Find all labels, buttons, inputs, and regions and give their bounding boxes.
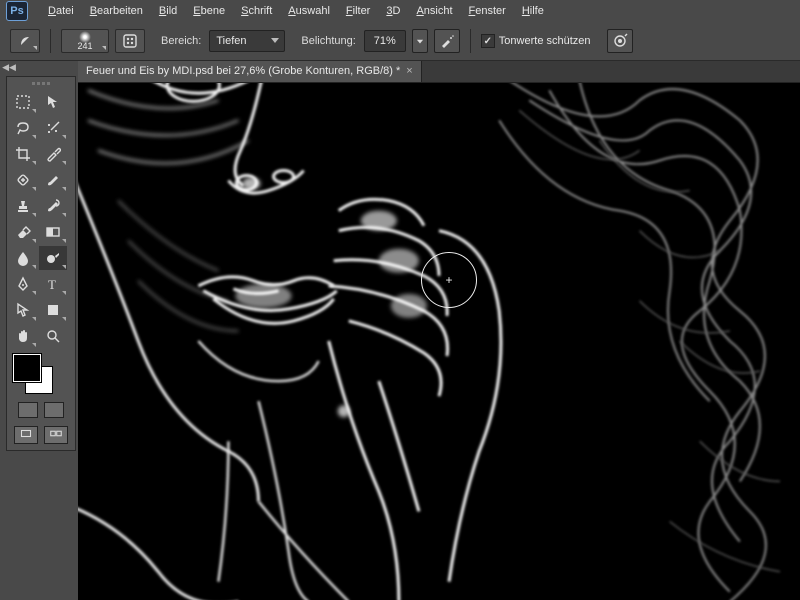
tool-panel: T bbox=[6, 76, 76, 451]
screenmode-toggle[interactable] bbox=[44, 402, 64, 418]
color-swatches[interactable] bbox=[13, 354, 69, 396]
exposure-stepper[interactable] bbox=[412, 29, 428, 53]
brush-panel-toggle[interactable] bbox=[115, 29, 145, 53]
close-icon[interactable]: × bbox=[406, 65, 412, 77]
range-label: Bereich: bbox=[161, 35, 201, 47]
app-logo: Ps bbox=[6, 1, 28, 21]
type-tool[interactable]: T bbox=[39, 272, 67, 296]
collapse-handle-icon[interactable]: ◀◀ bbox=[0, 60, 18, 74]
lasso-tool[interactable] bbox=[9, 116, 37, 140]
crosshair-icon: + bbox=[445, 273, 452, 287]
brush-preset-picker[interactable]: 241 bbox=[61, 29, 109, 53]
change-screen-icon[interactable] bbox=[44, 426, 68, 444]
menu-window[interactable]: Fenster bbox=[461, 2, 514, 20]
eyedropper-tool[interactable] bbox=[39, 142, 67, 166]
quickmask-toggle[interactable] bbox=[18, 402, 38, 418]
marquee-tool[interactable] bbox=[9, 90, 37, 114]
panel-grip[interactable] bbox=[9, 79, 73, 88]
hand-tool[interactable] bbox=[9, 324, 37, 348]
path-select-tool[interactable] bbox=[9, 298, 37, 322]
document-title: Feuer und Eis by MDI.psd bei 27,6% (Grob… bbox=[86, 65, 400, 77]
tablet-pressure-toggle[interactable] bbox=[607, 29, 633, 53]
move-tool[interactable] bbox=[39, 90, 67, 114]
menu-layer[interactable]: Ebene bbox=[185, 2, 233, 20]
menu-help[interactable]: Hilfe bbox=[514, 2, 552, 20]
crop-tool[interactable] bbox=[9, 142, 37, 166]
menu-3d[interactable]: 3D bbox=[378, 2, 408, 20]
zoom-tool[interactable] bbox=[39, 324, 67, 348]
brush-size-label: 241 bbox=[77, 41, 92, 51]
divider bbox=[50, 29, 51, 53]
blur-tool[interactable] bbox=[9, 246, 37, 270]
options-bar: 241 Bereich: Tiefen Belichtung: 71% ✓ To… bbox=[0, 22, 800, 61]
stamp-tool[interactable] bbox=[9, 194, 37, 218]
brush-cursor: + bbox=[421, 252, 477, 308]
range-select[interactable]: Tiefen bbox=[209, 30, 285, 52]
gradient-tool[interactable] bbox=[39, 220, 67, 244]
history-brush-tool[interactable] bbox=[39, 194, 67, 218]
menu-filter[interactable]: Filter bbox=[338, 2, 378, 20]
menu-image[interactable]: Bild bbox=[151, 2, 185, 20]
magic-wand-tool[interactable] bbox=[39, 116, 67, 140]
menu-file[interactable]: Datei bbox=[40, 2, 82, 20]
shape-tool[interactable] bbox=[39, 298, 67, 322]
artwork bbox=[78, 82, 800, 600]
document-tab[interactable]: Feuer und Eis by MDI.psd bei 27,6% (Grob… bbox=[78, 60, 422, 82]
check-icon: ✓ bbox=[481, 34, 495, 48]
tool-preset-picker[interactable] bbox=[10, 29, 40, 53]
standard-mode-icon[interactable] bbox=[14, 426, 38, 444]
pen-tool[interactable] bbox=[9, 272, 37, 296]
menu-bar: Ps Datei Bearbeiten Bild Ebene Schrift A… bbox=[0, 0, 800, 23]
healing-tool[interactable] bbox=[9, 168, 37, 192]
foreground-color-swatch[interactable] bbox=[13, 354, 41, 382]
airbrush-toggle[interactable] bbox=[434, 29, 460, 53]
svg-text:T: T bbox=[48, 277, 56, 292]
eraser-tool[interactable] bbox=[9, 220, 37, 244]
protect-tones-checkbox[interactable]: ✓ Tonwerte schützen bbox=[481, 34, 591, 48]
canvas[interactable]: + bbox=[78, 82, 800, 600]
brush-tool[interactable] bbox=[39, 168, 67, 192]
divider bbox=[470, 29, 471, 53]
menu-select[interactable]: Auswahl bbox=[280, 2, 338, 20]
menu-view[interactable]: Ansicht bbox=[408, 2, 460, 20]
menu-type[interactable]: Schrift bbox=[233, 2, 280, 20]
dodge-tool[interactable] bbox=[39, 246, 67, 270]
exposure-input[interactable]: 71% bbox=[364, 30, 406, 52]
exposure-label: Belichtung: bbox=[301, 35, 355, 47]
menu-edit[interactable]: Bearbeiten bbox=[82, 2, 151, 20]
document-tab-bar: Feuer und Eis by MDI.psd bei 27,6% (Grob… bbox=[78, 60, 800, 83]
